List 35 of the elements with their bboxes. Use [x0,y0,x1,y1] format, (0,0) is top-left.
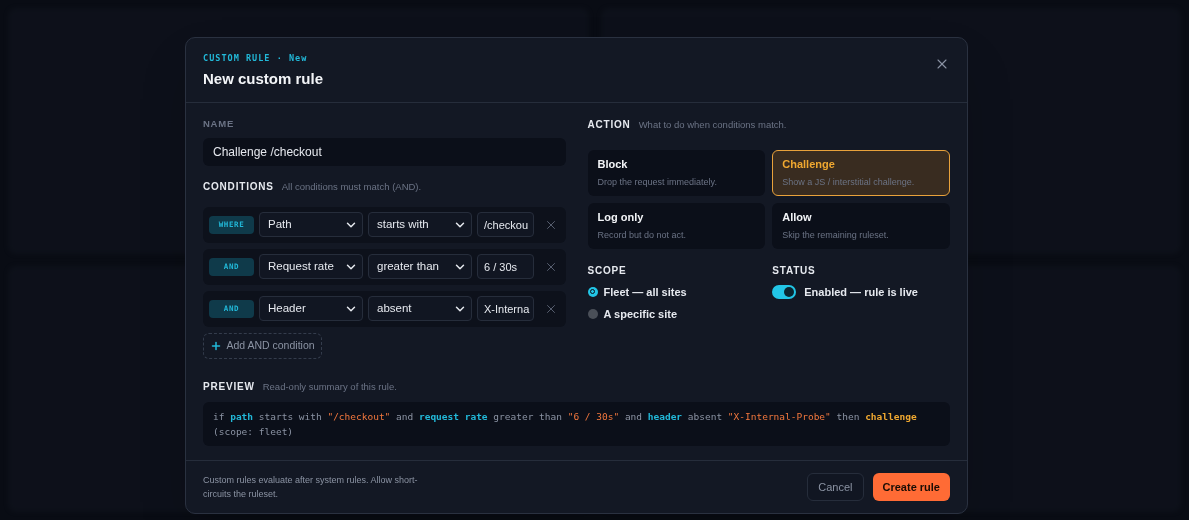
action-option[interactable]: Allow Skip the remaining ruleset. [772,202,950,249]
dropdown[interactable]: starts with [368,212,472,238]
section-label: ACTION [587,118,631,133]
dropdown[interactable]: Request rate [259,254,363,280]
status-text: Enabled — rule is live [804,284,918,300]
action-option[interactable]: Challenge Show a JS / interstitial challenge. [772,149,950,196]
value-field[interactable]: X-Interna [477,296,534,322]
cancel-button[interactable]: Cancel [807,473,864,501]
dropdown[interactable]: greater than [368,254,472,280]
name-field[interactable]: Challenge /checkout [203,137,566,166]
action-option[interactable]: Block Drop the request immediately. [587,149,766,196]
section-label: STATUS [772,263,816,278]
section-label: SCOPE [587,263,627,278]
add-condition-button[interactable]: Add AND condition [203,332,322,359]
action-option[interactable]: Log only Record but do not act. [587,202,766,249]
section-label: PREVIEW [203,379,255,394]
footer-note: Custom rules evaluate after system rules. Allow short-circuits the ruleset. [203,474,418,501]
status-toggle[interactable] [772,284,797,299]
dropdown[interactable]: Header [259,296,363,322]
section-hint: All conditions must match (AND). [281,179,422,194]
field-label: NAME [203,117,235,132]
value-field[interactable]: 6 / 30s [477,254,534,280]
dialog-eyebrow: CUSTOM RULE · New [203,52,309,65]
scope-radio[interactable]: Fleet — all sites [587,283,766,300]
dropdown[interactable]: Path [259,212,363,238]
dialog-title: New custom rule [203,68,324,89]
section-label: CONDITIONS [203,179,274,194]
create-button[interactable]: Create rule [872,473,950,501]
value-field[interactable]: /checkou [477,212,534,238]
section-hint: Read-only summary of this rule. [262,379,397,394]
section-hint: What to do when conditions match. [638,118,787,133]
rule-preview: if path starts with "/checkout" and request rate greater than "6 / 30s" and header absent "X-Internal-Probe" then challenge (scope: fleet) [203,402,950,446]
dropdown[interactable]: absent [368,296,472,322]
scope-radio[interactable]: A specific site [587,306,766,323]
plus-icon [210,339,223,352]
